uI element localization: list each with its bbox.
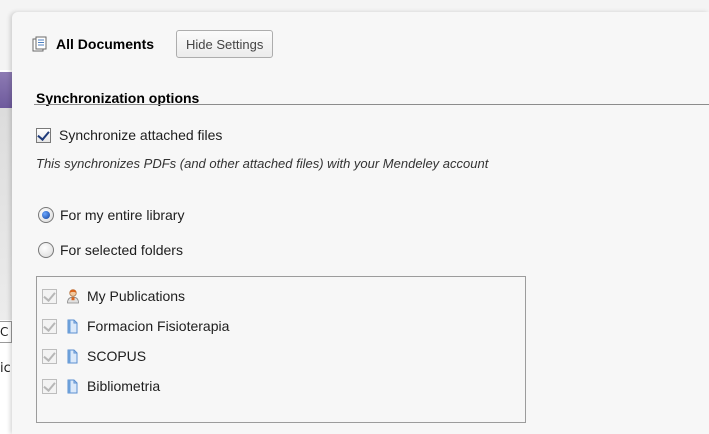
folder-checkbox[interactable] [42, 348, 57, 364]
radio-entire-library-option[interactable]: For my entire library [38, 207, 184, 223]
hide-settings-button[interactable]: Hide Settings [176, 30, 274, 58]
background-input: C [0, 321, 12, 343]
folder-checkbox[interactable] [42, 318, 57, 334]
panel-header: All Documents Hide Settings [32, 30, 274, 58]
sync-description: This synchronizes PDFs (and other attach… [36, 156, 489, 171]
folder-item-my-publications[interactable]: My Publications [42, 288, 185, 304]
folder-checkbox[interactable] [42, 288, 57, 304]
sync-attached-files-checkbox[interactable] [36, 127, 51, 143]
radio-entire-library-label: For my entire library [60, 207, 185, 223]
folder-item-bibliometria[interactable]: Bibliometria [42, 378, 160, 394]
radio-selected-folders[interactable] [38, 242, 54, 258]
radio-selected-folders-option[interactable]: For selected folders [38, 242, 183, 258]
folder-label: My Publications [87, 288, 186, 304]
background-panel [0, 108, 12, 320]
folder-icon [67, 379, 78, 394]
folder-label: Bibliometria [87, 378, 161, 394]
sync-attached-files-option[interactable]: Synchronize attached files [36, 127, 222, 143]
folder-checkbox[interactable] [42, 378, 57, 394]
background-header-bar [0, 72, 12, 108]
sync-attached-files-label: Synchronize attached files [59, 127, 223, 143]
person-icon [67, 289, 79, 304]
folder-item-formacion-fisioterapia[interactable]: Formacion Fisioterapia [42, 318, 229, 334]
documents-icon [32, 36, 47, 52]
background-label: ic [0, 361, 11, 376]
settings-panel: All Documents Hide Settings Synchronizat… [12, 12, 709, 434]
folder-item-scopus[interactable]: SCOPUS [42, 348, 146, 364]
folder-icon [67, 319, 78, 334]
folder-label: Formacion Fisioterapia [87, 318, 230, 334]
section-divider [34, 104, 709, 105]
folder-label: SCOPUS [87, 348, 147, 364]
radio-entire-library[interactable] [38, 207, 54, 223]
folder-list: My Publications Formacion Fisioterapia S… [36, 276, 526, 423]
page-title: All Documents [56, 36, 155, 52]
folder-icon [67, 349, 78, 364]
radio-selected-folders-label: For selected folders [60, 242, 183, 258]
